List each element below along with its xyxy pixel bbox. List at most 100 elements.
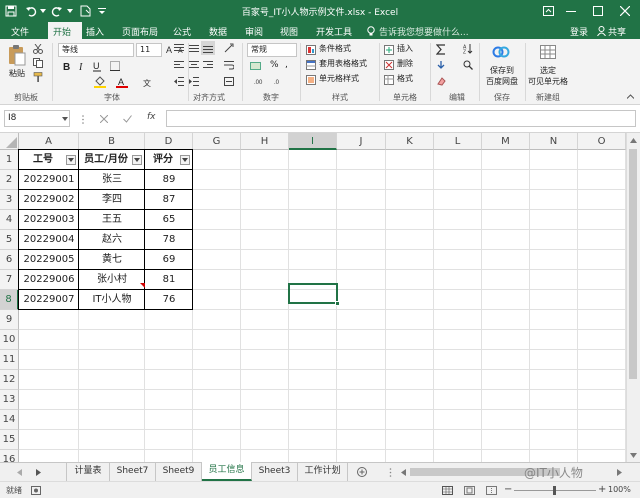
table-format-button[interactable]: 套用表格格式 [319, 58, 367, 71]
insert-cells-button[interactable]: 插入 [397, 43, 413, 56]
row-header[interactable]: 9 [0, 310, 19, 330]
tab-file[interactable]: 文件 [11, 25, 29, 38]
scroll-tabs-right-icon[interactable] [33, 467, 43, 477]
row-header[interactable]: 8 [0, 290, 19, 310]
font-color-icon[interactable]: A [113, 75, 131, 88]
increase-indent-icon[interactable] [187, 75, 201, 87]
table-cell[interactable]: 20229007 [19, 290, 79, 310]
row-header[interactable]: 14 [0, 410, 19, 430]
tab-data[interactable]: 数据 [209, 25, 227, 38]
fill-handle[interactable] [335, 301, 340, 306]
confirm-entry-icon[interactable] [122, 114, 132, 124]
normal-view-icon[interactable] [440, 485, 454, 496]
column-header[interactable]: L [434, 133, 482, 150]
zoom-slider-thumb[interactable] [553, 486, 556, 495]
scroll-up-icon[interactable] [627, 135, 639, 145]
tab-formulas[interactable]: 公式 [173, 25, 191, 38]
table-cell[interactable]: IT小人物 [79, 290, 145, 310]
column-header[interactable]: K [386, 133, 434, 150]
decrease-decimal-icon[interactable]: .0 [272, 75, 288, 87]
active-cell-selection[interactable] [288, 283, 338, 304]
font-size-select[interactable]: 11 [136, 43, 162, 57]
column-header[interactable]: D [145, 133, 193, 150]
table-cell[interactable]: 78 [145, 230, 193, 250]
table-cell[interactable]: 87 [145, 190, 193, 210]
delete-cells-button[interactable]: 删除 [397, 58, 413, 71]
sheet-tab[interactable]: 计量表 [66, 463, 110, 481]
column-header[interactable]: B [79, 133, 145, 150]
accounting-format-icon[interactable] [247, 60, 263, 72]
percent-icon[interactable]: % [270, 60, 279, 70]
sheet-tab[interactable]: Sheet3 [252, 463, 298, 481]
table-cell[interactable]: 20229001 [19, 170, 79, 190]
filter-dropdown-icon[interactable] [66, 155, 76, 165]
column-header[interactable]: M [482, 133, 530, 150]
cut-icon[interactable] [31, 43, 44, 55]
table-cell[interactable]: 81 [145, 270, 193, 290]
tab-developer[interactable]: 开发工具 [316, 25, 352, 38]
tab-view[interactable]: 视图 [280, 25, 298, 38]
redo-dropdown-icon[interactable] [66, 6, 74, 16]
phonetic-icon[interactable]: 文 [140, 75, 156, 88]
table-cell[interactable]: 黄七 [79, 250, 145, 270]
tab-page-layout[interactable]: 页面布局 [122, 25, 158, 38]
orientation-icon[interactable] [222, 42, 236, 54]
name-box[interactable]: I8 [8, 113, 16, 123]
table-cell[interactable]: 76 [145, 290, 193, 310]
column-header[interactable]: H [241, 133, 289, 150]
vertical-scroll-thumb[interactable] [629, 149, 637, 379]
hscroll-left-icon[interactable] [398, 467, 408, 477]
row-header[interactable]: 11 [0, 350, 19, 370]
sheet-tab[interactable]: 工作计划 [298, 463, 348, 481]
maximize-icon[interactable] [590, 4, 606, 18]
autosum-icon[interactable] [434, 43, 448, 55]
tell-me-search[interactable]: 告诉我您想要做什么... [379, 25, 469, 38]
tab-home[interactable]: 开始 [53, 25, 71, 38]
scroll-tabs-left-icon[interactable] [14, 467, 24, 477]
share-button[interactable]: 共享 [608, 25, 626, 38]
format-painter-icon[interactable] [31, 71, 44, 83]
column-header[interactable]: G [193, 133, 241, 150]
column-header[interactable]: A [19, 133, 79, 150]
conditional-format-icon[interactable] [305, 44, 317, 55]
zoom-in-button[interactable]: + [598, 484, 606, 495]
font-name-select[interactable]: 等线 [58, 43, 134, 57]
decrease-indent-icon[interactable] [172, 75, 186, 87]
page-layout-view-icon[interactable] [462, 485, 476, 496]
undo-dropdown-icon[interactable] [39, 6, 47, 16]
paste-icon[interactable] [6, 43, 28, 67]
save-icon[interactable] [4, 4, 18, 18]
login-link[interactable]: 登录 [570, 25, 588, 38]
delete-cells-icon[interactable] [383, 59, 395, 70]
table-cell[interactable]: 张小村 [79, 270, 145, 290]
row-header[interactable]: 2 [0, 170, 19, 190]
number-format-select[interactable]: 常规 [247, 43, 297, 57]
row-header[interactable]: 7 [0, 270, 19, 290]
underline-icon[interactable]: U [91, 60, 103, 72]
table-cell[interactable]: 王五 [79, 210, 145, 230]
undo-icon[interactable] [24, 4, 38, 18]
wrap-text-icon[interactable] [222, 59, 236, 71]
collapse-ribbon-icon[interactable] [624, 91, 636, 101]
comma-style-icon[interactable]: , [285, 60, 288, 70]
page-break-view-icon[interactable] [484, 485, 498, 496]
worksheet-grid[interactable]: ABDGHIJKLMNO 123456789101112131415161718… [0, 133, 640, 462]
baidu-netdisk-icon[interactable] [490, 43, 512, 61]
merge-center-icon[interactable] [222, 75, 236, 87]
fill-icon[interactable] [434, 59, 448, 71]
table-cell[interactable]: 张三 [79, 170, 145, 190]
ribbon-display-icon[interactable] [540, 4, 556, 18]
column-header[interactable]: O [578, 133, 626, 150]
zoom-level[interactable]: 100% [608, 485, 631, 494]
align-left-icon[interactable] [172, 59, 186, 71]
row-header[interactable]: 16 [0, 450, 19, 462]
row-header[interactable]: 6 [0, 250, 19, 270]
filter-dropdown-icon[interactable] [180, 155, 190, 165]
fill-color-icon[interactable] [91, 75, 109, 88]
paste-label[interactable]: 粘贴 [9, 68, 25, 79]
table-cell[interactable]: 65 [145, 210, 193, 230]
table-cell[interactable]: 赵六 [79, 230, 145, 250]
sheet-tab-active[interactable]: 员工信息 [202, 462, 252, 481]
filter-dropdown-icon[interactable] [132, 155, 142, 165]
table-cell[interactable]: 20229003 [19, 210, 79, 230]
